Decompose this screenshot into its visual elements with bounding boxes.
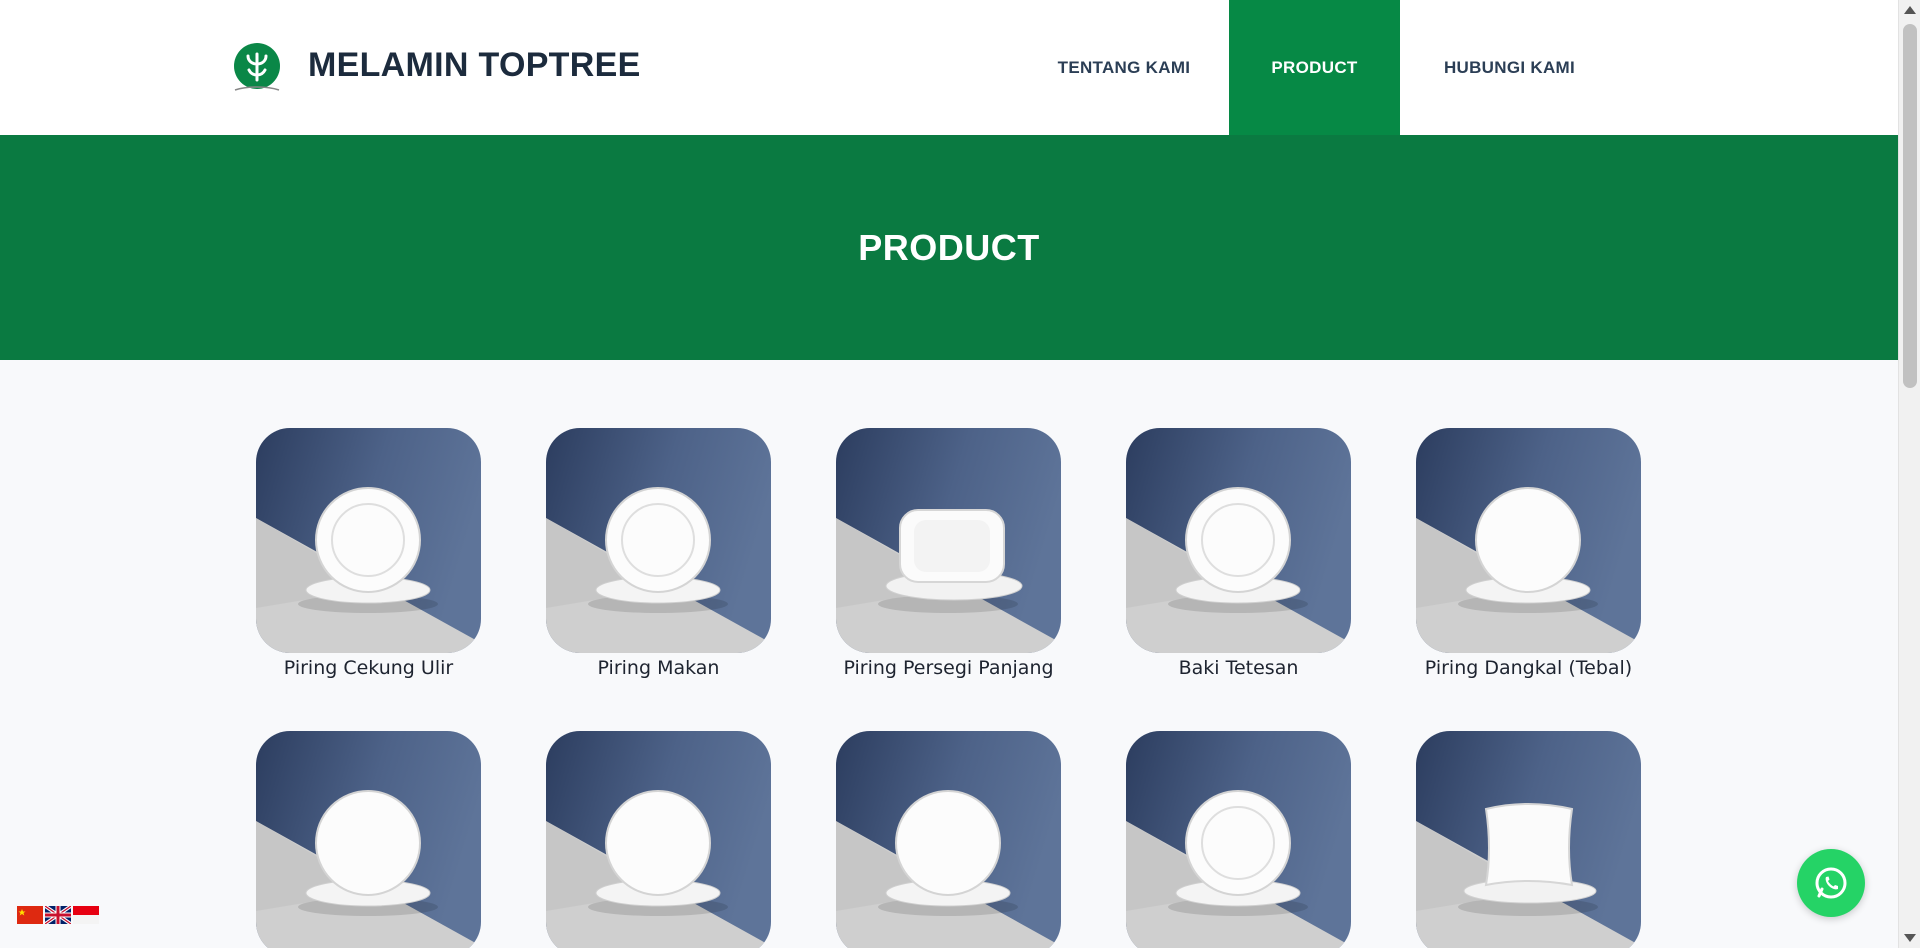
product-name[interactable]: Piring Persegi Panjang xyxy=(836,657,1061,679)
whatsapp-icon xyxy=(1815,867,1847,899)
main-nav: TENTANG KAMI PRODUCT HUBUNGI KAMI xyxy=(1019,0,1619,135)
product-image[interactable] xyxy=(1416,428,1641,653)
product-image[interactable] xyxy=(1126,731,1351,948)
product-card[interactable] xyxy=(836,731,1061,948)
scroll-up-arrow-icon[interactable] xyxy=(1904,6,1916,14)
product-image[interactable] xyxy=(256,428,481,653)
page-scrollbar[interactable] xyxy=(1898,0,1920,948)
nav-product[interactable]: PRODUCT xyxy=(1229,0,1400,135)
product-image[interactable] xyxy=(256,731,481,948)
nav-tentang-kami[interactable]: TENTANG KAMI xyxy=(1019,0,1229,135)
product-card[interactable] xyxy=(1126,731,1351,948)
product-image[interactable] xyxy=(836,428,1061,653)
nav-hubungi-kami[interactable]: HUBUNGI KAMI xyxy=(1400,0,1619,135)
product-card[interactable]: Piring Dangkal (Tebal) xyxy=(1416,428,1641,679)
product-name[interactable]: Piring Makan xyxy=(546,657,771,679)
product-image[interactable] xyxy=(546,428,771,653)
product-grid: Piring Cekung Ulir Piring Makan Piring P… xyxy=(256,428,1644,948)
product-name[interactable]: Baki Tetesan xyxy=(1126,657,1351,679)
flag-china-icon[interactable] xyxy=(17,906,43,924)
language-switcher xyxy=(17,906,99,924)
product-image[interactable] xyxy=(546,731,771,948)
toptree-logo-icon[interactable] xyxy=(231,42,283,94)
product-card[interactable]: Piring Cekung Ulir xyxy=(256,428,481,679)
brand-name[interactable]: MELAMIN TOPTREE xyxy=(308,46,641,85)
page-banner: PRODUCT xyxy=(0,135,1898,360)
product-image[interactable] xyxy=(1416,731,1641,948)
product-card[interactable]: Piring Makan xyxy=(546,428,771,679)
flag-uk-icon[interactable] xyxy=(45,906,71,924)
whatsapp-button[interactable] xyxy=(1797,849,1865,917)
flag-indonesia-icon[interactable] xyxy=(73,906,99,924)
product-image[interactable] xyxy=(836,731,1061,948)
product-image[interactable] xyxy=(1126,428,1351,653)
page-title: PRODUCT xyxy=(858,226,1040,268)
product-card[interactable] xyxy=(256,731,481,948)
product-card[interactable]: Baki Tetesan xyxy=(1126,428,1351,679)
product-card[interactable]: Piring Persegi Panjang xyxy=(836,428,1061,679)
scroll-thumb[interactable] xyxy=(1903,24,1917,388)
product-card[interactable] xyxy=(546,731,771,948)
scroll-down-arrow-icon[interactable] xyxy=(1904,934,1916,942)
site-header: MELAMIN TOPTREE TENTANG KAMI PRODUCT HUB… xyxy=(0,0,1898,135)
product-card[interactable] xyxy=(1416,731,1641,948)
product-name[interactable]: Piring Cekung Ulir xyxy=(256,657,481,679)
product-name[interactable]: Piring Dangkal (Tebal) xyxy=(1416,657,1641,679)
